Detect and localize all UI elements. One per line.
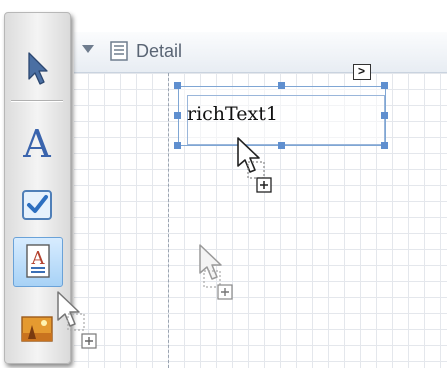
drag-copy-cursor-faded-icon [199, 244, 233, 300]
richtext-icon[interactable]: A [13, 237, 63, 287]
drag-copy-cursor-toolbox-icon [57, 291, 97, 349]
richtext-label: richText1 [187, 103, 278, 125]
detail-band-icon [110, 41, 128, 61]
resize-handle[interactable] [381, 142, 388, 149]
left-margin-line [168, 73, 169, 368]
pointer-icon[interactable] [13, 43, 61, 91]
checkbox-icon[interactable] [13, 181, 61, 229]
report-designer-canvas: Detail richText1 > A A [0, 0, 447, 368]
drag-copy-cursor-icon [237, 137, 272, 193]
label-icon[interactable]: A [13, 117, 61, 165]
resize-handle[interactable] [174, 142, 181, 149]
detail-band-header[interactable]: Detail [74, 32, 447, 73]
smart-tag-button[interactable]: > [353, 64, 371, 80]
resize-handle[interactable] [278, 82, 285, 89]
svg-text:A: A [31, 248, 46, 269]
svg-text:A: A [22, 122, 51, 165]
picturebox-icon[interactable] [13, 305, 61, 353]
resize-handle[interactable] [381, 112, 388, 119]
resize-handle[interactable] [174, 82, 181, 89]
resize-handle[interactable] [174, 112, 181, 119]
collapse-arrow-icon[interactable] [82, 45, 94, 53]
toolbox-separator [11, 100, 63, 102]
band-title: Detail [136, 41, 183, 61]
smart-tag-glyph: > [358, 64, 366, 78]
richtext-border: richText1 [178, 86, 386, 146]
resize-handle[interactable] [381, 82, 388, 89]
